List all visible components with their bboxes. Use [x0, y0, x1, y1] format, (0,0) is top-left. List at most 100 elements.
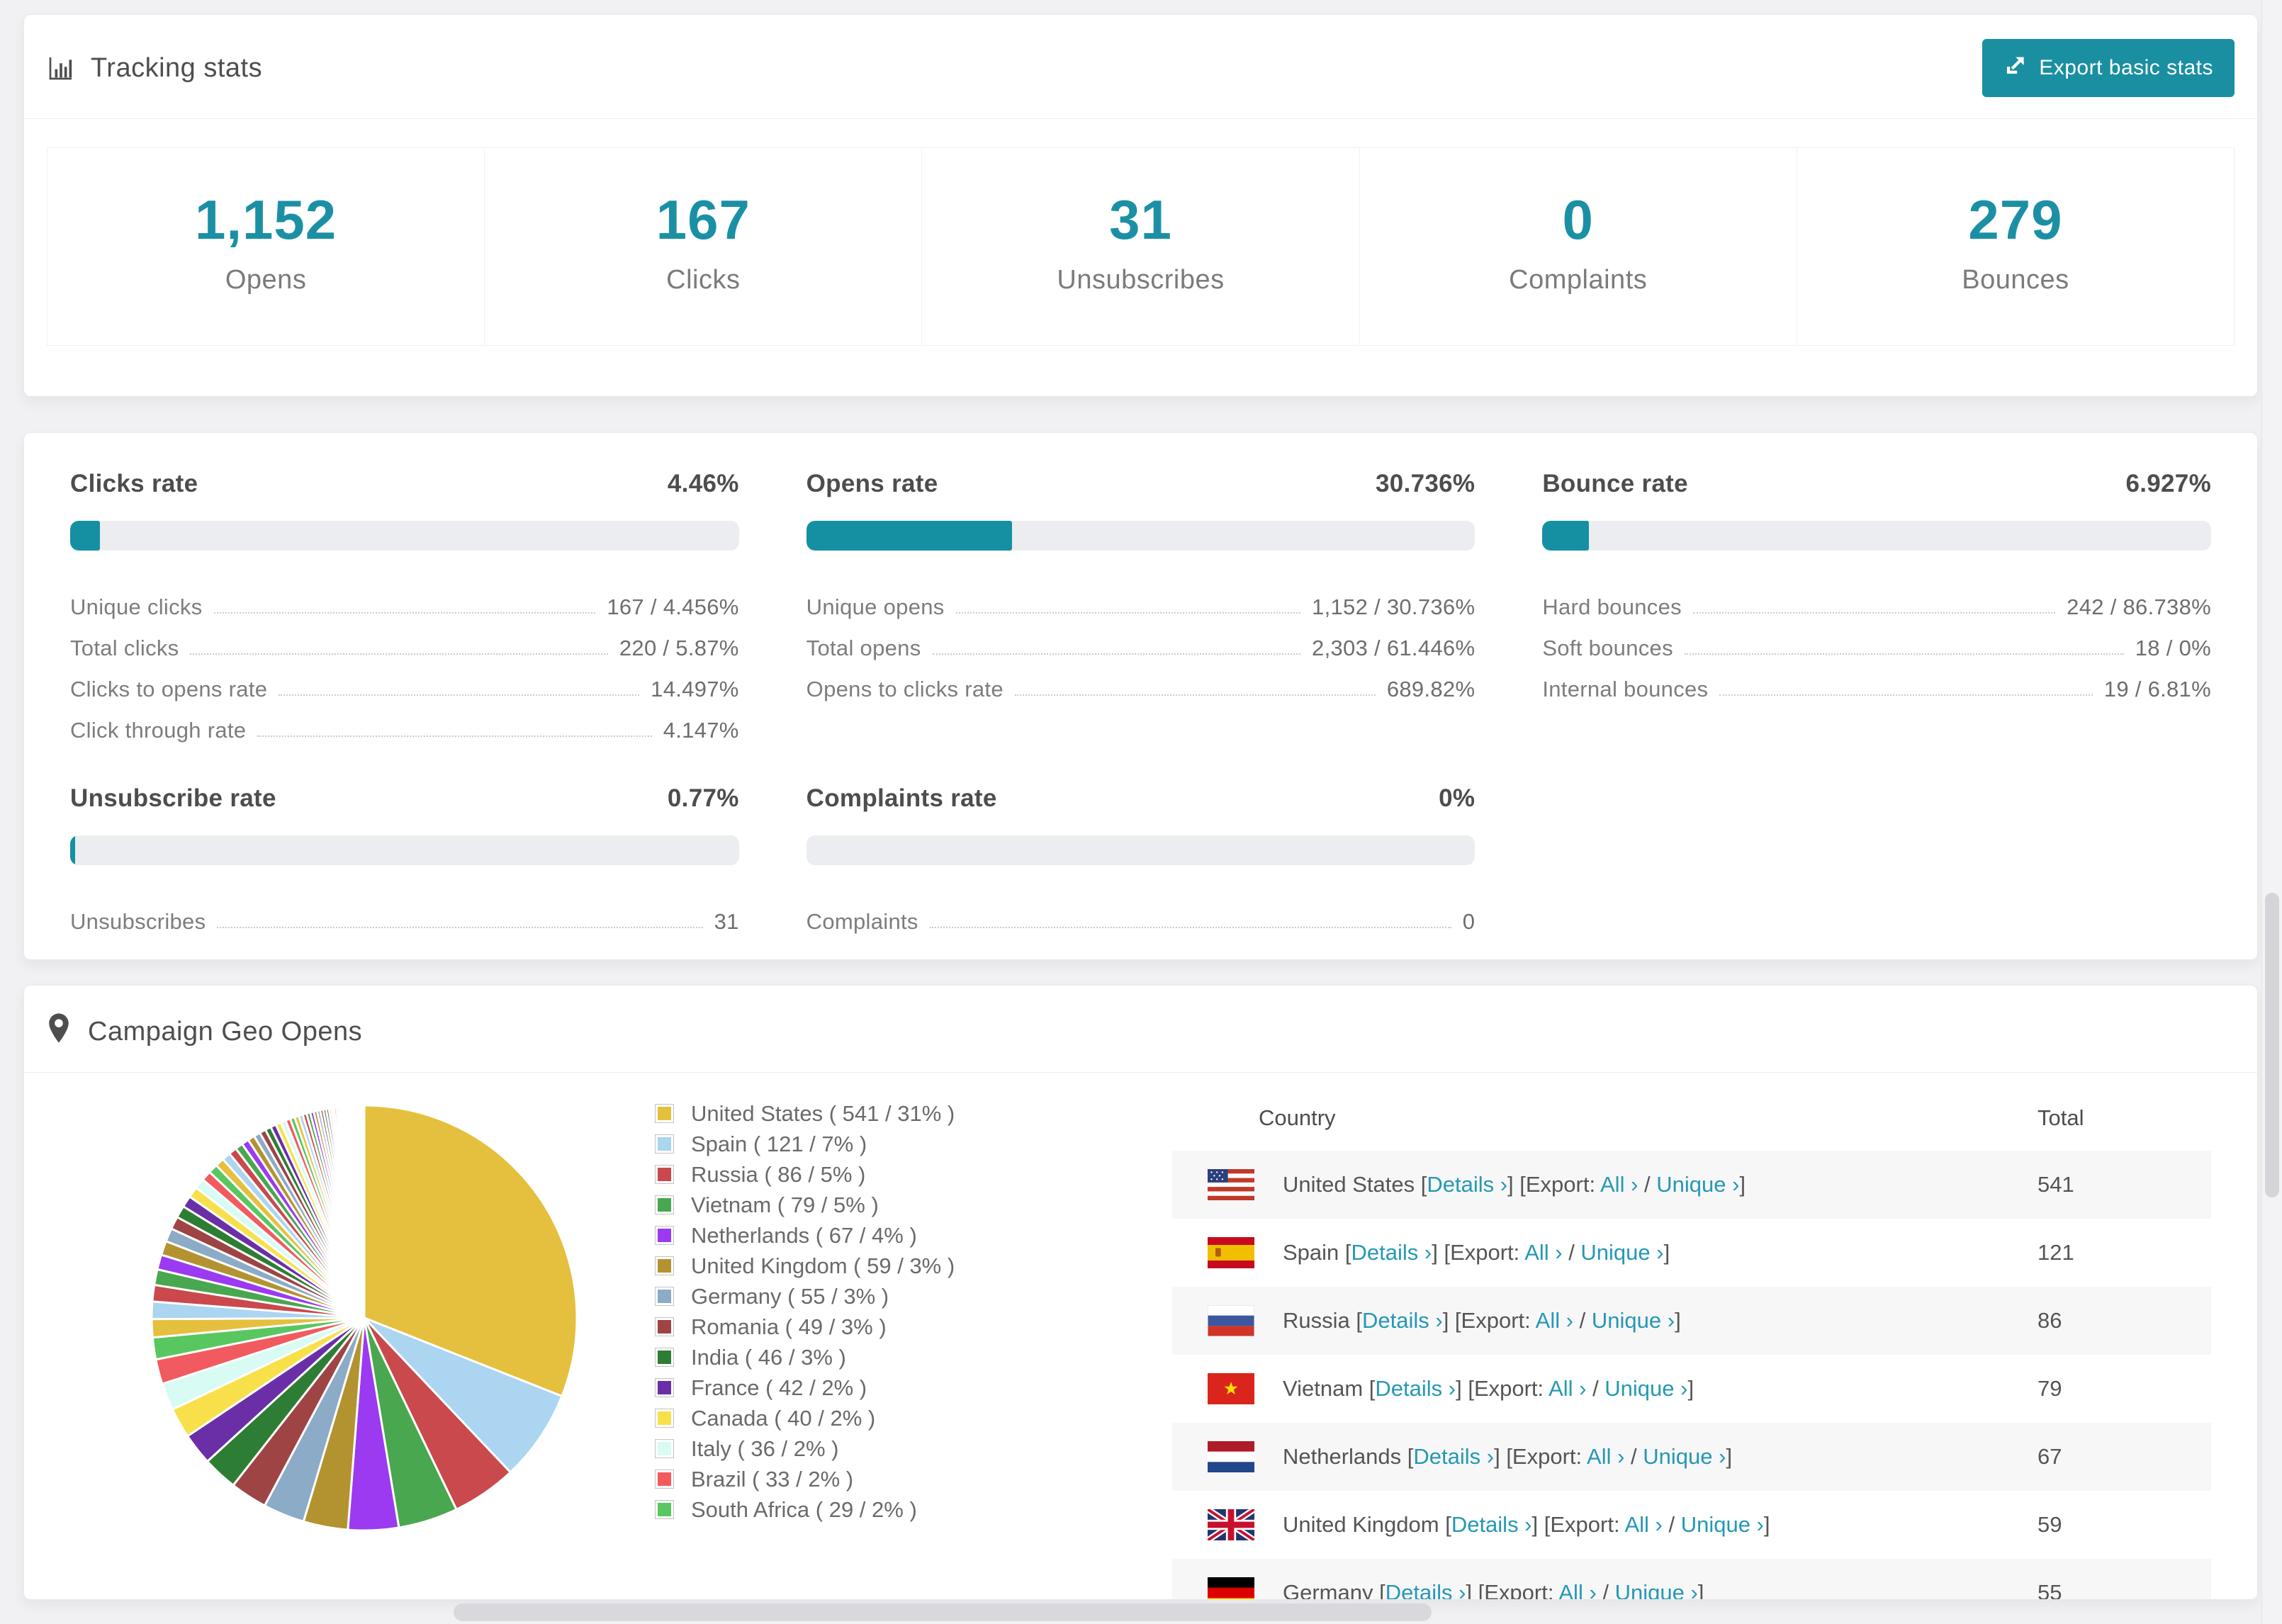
rate-row-value: 1,152 / 30.736%	[1312, 594, 1476, 619]
export-all-link[interactable]: All ›	[1624, 1512, 1662, 1537]
page: Tracking stats Export basic stats 1,152 …	[23, 14, 2258, 1600]
rate-title: Clicks rate	[70, 470, 198, 497]
rate-value: 30.736%	[1376, 470, 1476, 497]
legend-swatch	[655, 1256, 674, 1275]
details-link[interactable]: Details ›	[1413, 1444, 1494, 1469]
progress-bar	[806, 521, 1476, 551]
dotted-leader	[213, 612, 596, 614]
dotted-leader	[929, 927, 1451, 928]
export-unique-link[interactable]: Unique ›	[1656, 1172, 1739, 1197]
legend-label: Russia ( 86 / 5% )	[691, 1161, 866, 1187]
rate-row-label: Unique clicks	[70, 594, 203, 619]
rate-title: Bounce rate	[1542, 470, 1688, 497]
total-value: 541	[2038, 1172, 2074, 1197]
legend-label: Romania ( 49 / 3% )	[691, 1314, 887, 1339]
legend-label: United States ( 541 / 31% )	[691, 1100, 955, 1126]
rate-row: Opens to clicks rate 689.82%	[806, 661, 1476, 702]
rate-value: 0.77%	[667, 784, 739, 812]
details-link[interactable]: Details ›	[1375, 1376, 1456, 1401]
geo-table: Country Total United States [Details ›] …	[1172, 1086, 2211, 1600]
geo-opens-title: Campaign Geo Opens	[88, 1016, 363, 1047]
total-value: 79	[2038, 1376, 2062, 1401]
rate-row-label: Click through rate	[70, 718, 247, 743]
export-all-link[interactable]: All ›	[1600, 1172, 1638, 1197]
export-unique-link[interactable]: Unique ›	[1580, 1240, 1663, 1265]
rate-row: Complaints 0	[806, 893, 1476, 935]
map-pin-icon	[47, 1013, 71, 1051]
legend-item: South Africa ( 29 / 2% )	[655, 1494, 1052, 1525]
rate-row-label: Unsubscribes	[70, 909, 206, 934]
horizontal-scrollbar-thumb[interactable]	[454, 1603, 1432, 1621]
details-link[interactable]: Details ›	[1451, 1512, 1532, 1537]
export-all-link[interactable]: All ›	[1548, 1376, 1586, 1401]
legend-swatch	[655, 1104, 674, 1123]
rate-row: Click through rate 4.147%	[70, 702, 739, 743]
geo-legend: United States ( 541 / 31% ) Spain ( 121 …	[655, 1098, 1052, 1599]
rate-row: Clicks to opens rate 14.497%	[70, 661, 739, 702]
stat-label: Bounces	[1962, 265, 2069, 295]
export-button-label: Export basic stats	[2039, 56, 2213, 79]
geo-table-header: Country Total	[1172, 1086, 2211, 1151]
tracking-stats-card: Tracking stats Export basic stats 1,152 …	[23, 14, 2258, 397]
export-basic-stats-button[interactable]: Export basic stats	[1982, 39, 2235, 97]
progress-fill	[70, 521, 101, 551]
rate-value: 0%	[1439, 784, 1476, 812]
progress-fill	[1542, 521, 1589, 551]
rate-row: Soft bounces 18 / 0%	[1542, 620, 2211, 661]
details-link[interactable]: Details ›	[1427, 1172, 1507, 1197]
rate-row-value: 18 / 0%	[2135, 636, 2211, 660]
legend-swatch	[655, 1500, 674, 1519]
dotted-leader	[1684, 653, 2124, 655]
dotted-leader	[279, 694, 640, 696]
details-link[interactable]: Details ›	[1386, 1580, 1466, 1599]
legend-label: South Africa ( 29 / 2% )	[691, 1496, 917, 1522]
export-all-link[interactable]: All ›	[1536, 1308, 1573, 1333]
rate-row: Hard bounces 242 / 86.738%	[1542, 579, 2211, 620]
rate-panel: Complaints rate 0% Complaints 0	[806, 784, 1476, 935]
progress-bar	[806, 835, 1476, 865]
export-unique-link[interactable]: Unique ›	[1615, 1580, 1698, 1599]
rate-row-label: Total clicks	[70, 636, 179, 660]
legend-swatch	[655, 1378, 674, 1397]
country-name: Vietnam	[1283, 1376, 1364, 1401]
export-all-link[interactable]: All ›	[1558, 1580, 1596, 1599]
rate-value: 4.46%	[667, 470, 739, 497]
export-unique-link[interactable]: Unique ›	[1643, 1444, 1726, 1469]
dotted-leader	[955, 612, 1301, 614]
legend-item: Netherlands ( 67 / 4% )	[655, 1220, 1052, 1251]
country-name: Germany	[1283, 1580, 1373, 1600]
rate-row: Unique opens 1,152 / 30.736%	[806, 579, 1476, 620]
vertical-scrollbar-track[interactable]	[2261, 0, 2282, 1624]
country-name: Russia	[1283, 1308, 1350, 1333]
dotted-leader	[217, 927, 703, 928]
export-unique-link[interactable]: Unique ›	[1592, 1308, 1675, 1333]
table-row: Russia [Details ›] [Export: All › / Uniq…	[1172, 1287, 2211, 1355]
legend-label: Brazil ( 33 / 2% )	[691, 1466, 854, 1492]
legend-item: Romania ( 49 / 3% )	[655, 1312, 1052, 1342]
rate-row: Total opens 2,303 / 61.446%	[806, 620, 1476, 661]
country-name: United Kingdom	[1283, 1512, 1439, 1537]
tracking-stats-header: Tracking stats Export basic stats	[24, 15, 2257, 118]
dotted-leader	[1014, 694, 1376, 696]
progress-fill	[70, 835, 76, 865]
rate-row-value: 0	[1462, 909, 1476, 934]
stat-value: 0	[1562, 188, 1594, 251]
details-link[interactable]: Details ›	[1362, 1308, 1443, 1333]
export-unique-link[interactable]: Unique ›	[1681, 1512, 1764, 1537]
rate-panel: Opens rate 30.736% Unique opens 1,152 / …	[806, 470, 1476, 743]
bar-chart-icon	[47, 54, 75, 82]
rate-row-label: Soft bounces	[1542, 636, 1673, 660]
stat-label: Complaints	[1509, 265, 1648, 295]
legend-label: Vietnam ( 79 / 5% )	[691, 1192, 879, 1217]
export-all-link[interactable]: All ›	[1524, 1240, 1562, 1265]
rate-row-value: 14.497%	[651, 677, 739, 701]
details-link[interactable]: Details ›	[1351, 1240, 1432, 1265]
export-unique-link[interactable]: Unique ›	[1604, 1376, 1687, 1401]
export-all-link[interactable]: All ›	[1587, 1444, 1624, 1469]
legend-swatch	[655, 1165, 674, 1184]
stat-box-clicks: 167 Clicks	[484, 147, 923, 346]
progress-bar	[70, 835, 739, 865]
rate-panel: Unsubscribe rate 0.77% Unsubscribes 31	[70, 784, 739, 935]
total-value: 121	[2038, 1240, 2074, 1265]
vertical-scrollbar-thumb[interactable]	[2265, 893, 2279, 1197]
